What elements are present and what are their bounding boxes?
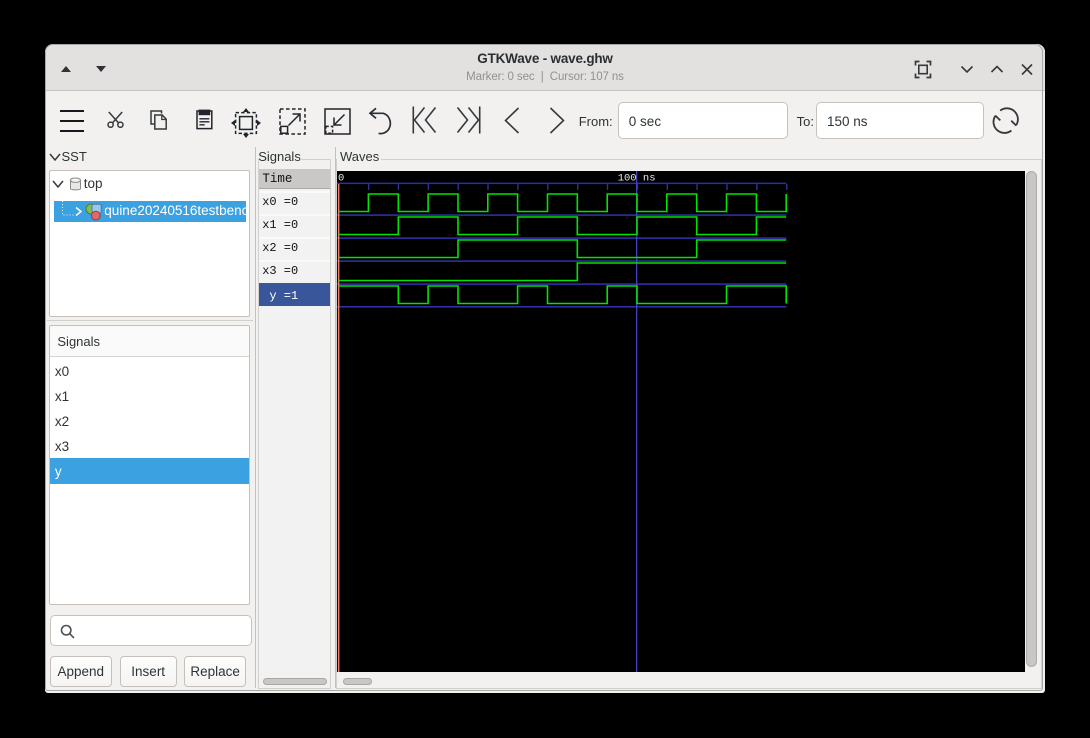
- svg-text:0: 0: [338, 172, 344, 184]
